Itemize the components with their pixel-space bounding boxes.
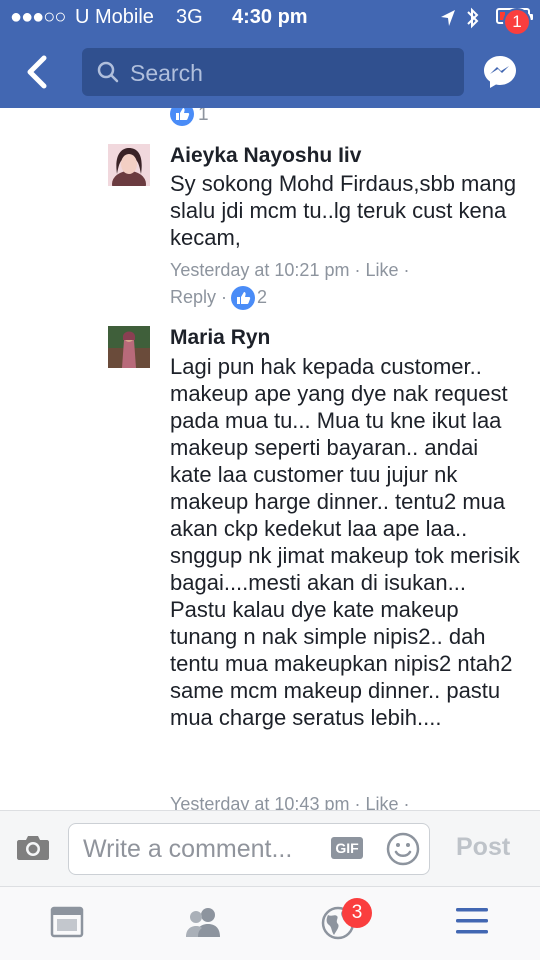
comments-list[interactable]: 1 Aieyka Nayoshu Iiv Sy sokong Mohd Fird… xyxy=(0,108,540,810)
comment-timestamp[interactable]: Yesterday at 10:21 pm xyxy=(170,260,349,280)
comment-meta: Yesterday at 10:43 pm · Like · xyxy=(170,794,410,810)
status-bar: ●●●○○ U Mobile 3G 4:30 pm xyxy=(0,0,540,36)
comment-timestamp[interactable]: Yesterday at 10:43 pm xyxy=(170,794,349,810)
status-time: 4:30 pm xyxy=(232,6,308,28)
friends-icon[interactable] xyxy=(184,905,222,939)
news-feed-icon[interactable] xyxy=(50,905,84,939)
menu-icon[interactable] xyxy=(454,905,490,937)
comment-actions: Reply · 2 xyxy=(170,286,267,310)
comment-text: Lagi pun hak kepada customer.. makeup ap… xyxy=(170,354,520,730)
like-reaction-icon xyxy=(231,286,256,310)
signal-strength-icon: ●●●○○ xyxy=(10,6,66,28)
network-type: 3G xyxy=(176,6,203,28)
top-nav: Search xyxy=(0,36,540,108)
messenger-icon[interactable] xyxy=(482,54,518,90)
comment-placeholder: Write a comment... xyxy=(83,835,293,863)
emoji-icon[interactable] xyxy=(386,832,420,866)
like-link[interactable]: Like xyxy=(365,794,398,810)
notifications-badge: 3 xyxy=(342,898,372,928)
carrier-name: U Mobile xyxy=(75,6,154,28)
comment-author[interactable]: Aieyka Nayoshu Iiv xyxy=(170,144,361,168)
tab-bar xyxy=(0,886,540,960)
search-icon xyxy=(97,61,119,83)
comment-input[interactable]: Write a comment... GIF xyxy=(68,823,430,875)
avatar[interactable] xyxy=(108,326,150,368)
gif-button[interactable]: GIF xyxy=(331,837,363,859)
post-button[interactable]: Post xyxy=(456,833,510,862)
comment-composer: Write a comment... GIF Post xyxy=(0,810,540,886)
like-count[interactable]: 2 xyxy=(257,287,267,307)
bluetooth-icon xyxy=(467,7,479,29)
like-reaction-icon xyxy=(170,108,194,126)
like-count: 1 xyxy=(198,108,209,125)
back-arrow-icon[interactable] xyxy=(20,52,54,92)
search-placeholder: Search xyxy=(130,60,203,86)
camera-icon[interactable] xyxy=(16,833,50,861)
like-link[interactable]: Like xyxy=(365,260,398,280)
comment-meta: Yesterday at 10:21 pm · Like · xyxy=(170,260,410,280)
avatar[interactable] xyxy=(108,144,150,186)
messenger-badge: 1 xyxy=(503,8,531,36)
comment-author[interactable]: Maria Ryn xyxy=(170,326,270,350)
comment-text: Sy sokong Mohd Firdaus,sbb mang slalu jd… xyxy=(170,171,517,250)
location-icon xyxy=(441,10,455,26)
reply-link[interactable]: Reply xyxy=(170,287,216,307)
search-bar[interactable]: Search xyxy=(82,48,464,96)
